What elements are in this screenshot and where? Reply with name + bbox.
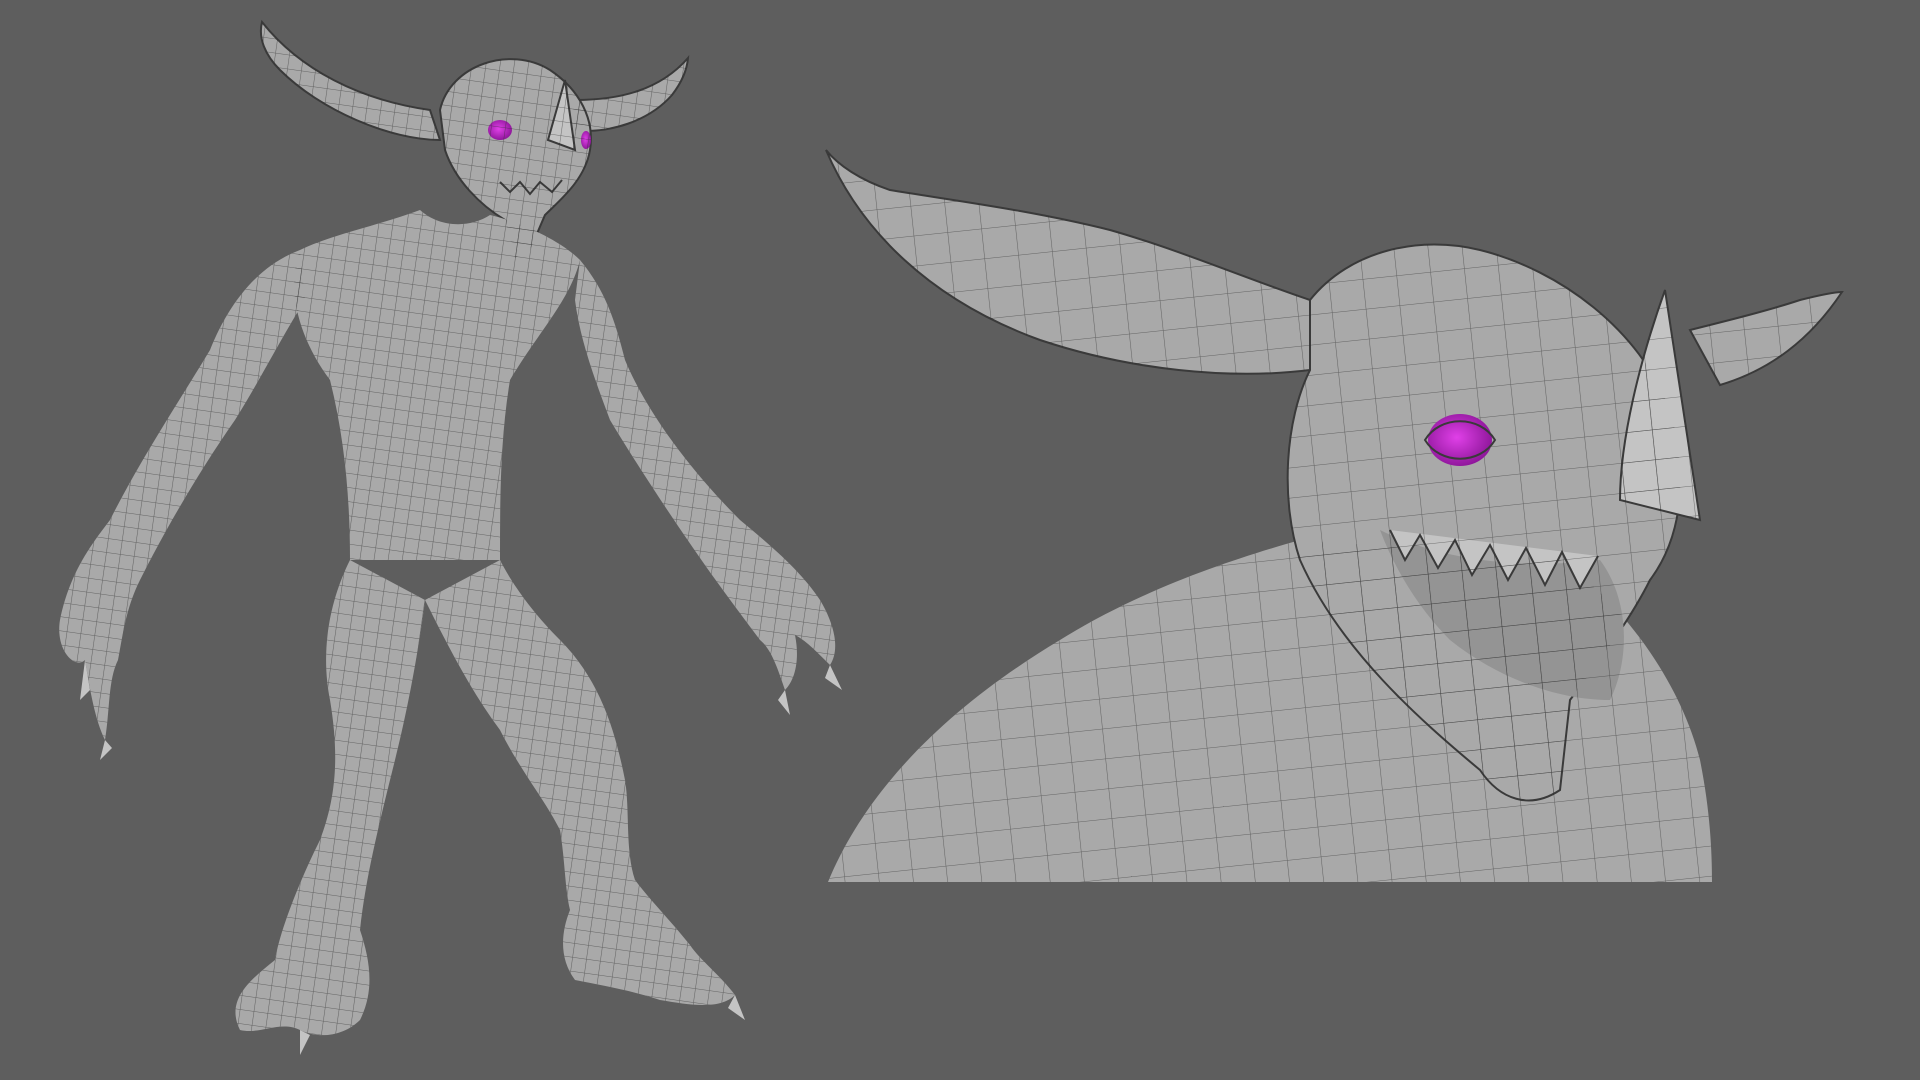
render-canvas: [59, 19, 1844, 1055]
viewport: [0, 0, 1920, 1080]
full-body-view: [59, 19, 842, 1055]
foot-claws: [300, 995, 745, 1055]
head-closeup-view: [825, 149, 1844, 882]
